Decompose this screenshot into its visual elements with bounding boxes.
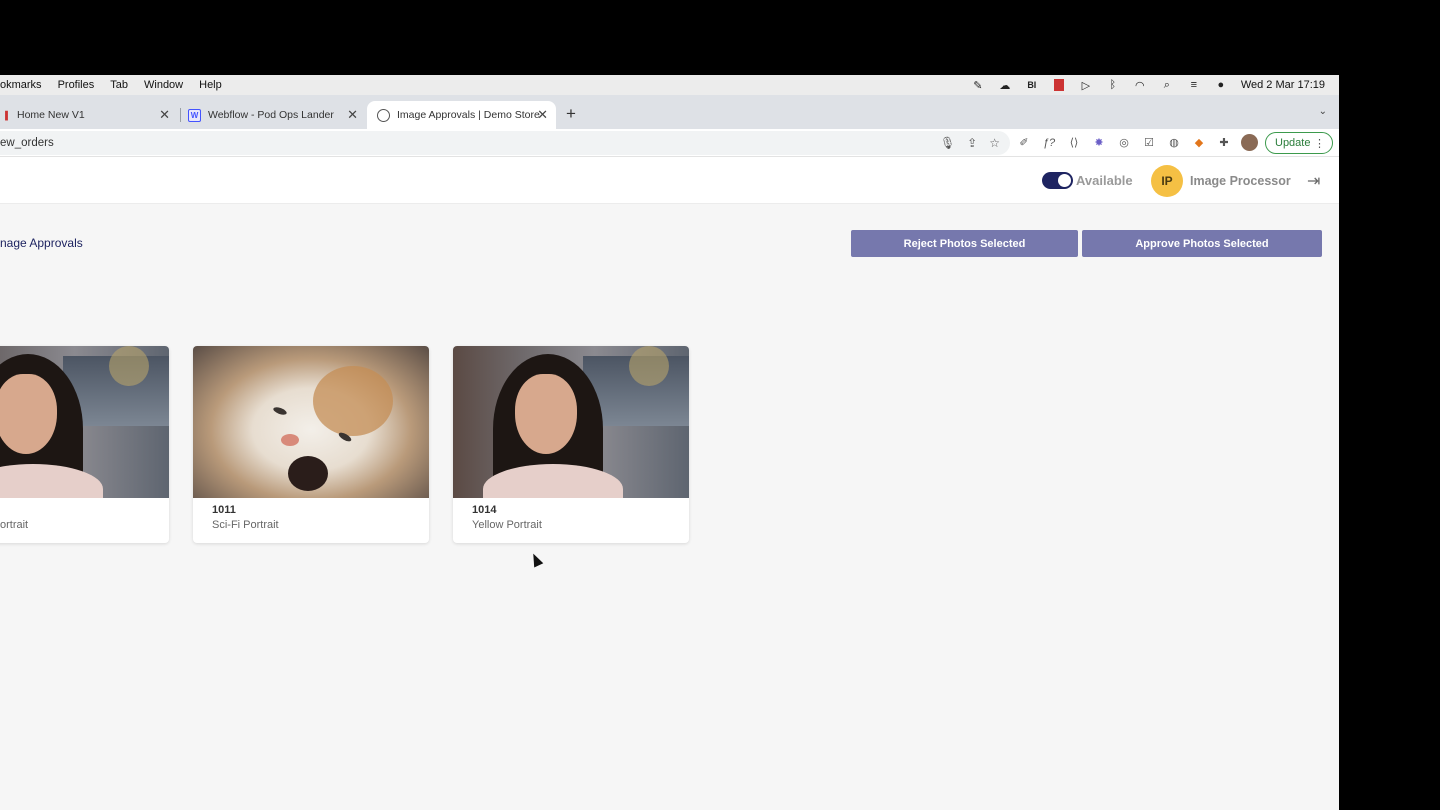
mouse-cursor <box>528 551 544 568</box>
pdf-icon: ▐ <box>2 110 8 120</box>
eyedropper-extension-icon[interactable]: ✐ <box>1016 135 1032 151</box>
menu-profiles[interactable]: Profiles <box>50 79 103 91</box>
record-icon[interactable] <box>1052 79 1066 91</box>
image-card[interactable]: ortrait <box>0 346 169 543</box>
webflow-icon: W <box>188 108 201 122</box>
wifi-icon[interactable]: ◠ <box>1133 79 1147 92</box>
bluetooth-icon[interactable]: ᛒ <box>1106 79 1120 91</box>
reject-photos-button[interactable]: Reject Photos Selected <box>851 230 1078 257</box>
close-icon[interactable]: ✕ <box>347 107 358 123</box>
card-name: Yellow Portrait <box>472 519 542 531</box>
cookie-extension-icon[interactable]: ◎ <box>1116 135 1132 151</box>
cat-image[interactable] <box>193 346 429 498</box>
macos-menubar: okmarks Profiles Tab Window Help ✎ ☁ BI … <box>0 75 1339 95</box>
image-card[interactable]: 1014 Yellow Portrait <box>453 346 689 543</box>
avatar[interactable]: IP <box>1151 165 1183 197</box>
code-extension-icon[interactable]: ⟨⟩ <box>1066 135 1082 151</box>
globe-icon <box>377 108 390 122</box>
menu-bookmarks[interactable]: okmarks <box>0 79 50 91</box>
bi-icon[interactable]: BI <box>1025 79 1039 91</box>
tab-strip: ▐ Home New V1 ✕ W Webflow - Pod Ops Land… <box>0 95 1339 129</box>
tab-webflow[interactable]: W Webflow - Pod Ops Lander ✕ <box>188 101 366 129</box>
availability-toggle[interactable] <box>1042 172 1073 189</box>
app-header: Available IP Image Processor ⇥ <box>0 157 1339 204</box>
tab-title: Home New V1 <box>17 109 85 121</box>
browser-toolbar: ew_orders 🎙︎ ⇪ ☆ ✐ ƒ? ⟨⟩ ✸ ◎ ☑ ◍ ◆ ✚ Upd… <box>0 129 1339 157</box>
tab-image-approvals[interactable]: Image Approvals | Demo Store ✕ <box>367 101 556 129</box>
menubar-clock[interactable]: Wed 2 Mar 17:19 <box>1241 79 1325 91</box>
share-icon[interactable]: ⇪ <box>967 136 977 150</box>
siri-icon[interactable]: ● <box>1214 79 1228 91</box>
update-label: Update <box>1275 137 1311 149</box>
spotlight-search-icon[interactable]: ⌕ <box>1160 79 1174 91</box>
extensions-bar: ✐ ƒ? ⟨⟩ ✸ ◎ ☑ ◍ ◆ ✚ <box>1016 134 1258 151</box>
evernote-icon[interactable]: ✎ <box>971 79 985 92</box>
browser-window: okmarks Profiles Tab Window Help ✎ ☁ BI … <box>0 75 1339 810</box>
breadcrumb[interactable]: nage Approvals <box>0 236 83 250</box>
microphone-icon[interactable]: 🎙︎ <box>940 136 955 150</box>
globe-extension-icon[interactable]: ◍ <box>1166 135 1182 151</box>
new-tab-button[interactable]: + <box>566 104 576 124</box>
user-name[interactable]: Image Processor <box>1190 174 1291 188</box>
edit-extension-icon[interactable]: ☑ <box>1141 135 1157 151</box>
more-menu-icon[interactable]: ⋮ <box>1314 137 1325 150</box>
profile-avatar[interactable] <box>1241 134 1258 151</box>
url-text[interactable]: ew_orders <box>0 137 54 149</box>
card-name: Sci-Fi Portrait <box>212 519 279 531</box>
chevron-down-icon[interactable]: ⌄ <box>1319 106 1327 117</box>
bookmark-star-icon[interactable]: ☆ <box>989 136 1000 150</box>
tab-title: Webflow - Pod Ops Lander <box>208 109 334 121</box>
availability-label: Available <box>1076 173 1133 188</box>
badge-extension-icon[interactable]: ✸ <box>1091 135 1107 151</box>
image-card[interactable]: 1011 Sci-Fi Portrait <box>193 346 429 543</box>
font-extension-icon[interactable]: ƒ? <box>1041 135 1057 151</box>
menu-tab[interactable]: Tab <box>102 79 136 91</box>
address-bar[interactable]: ew_orders 🎙︎ ⇪ ☆ <box>0 131 1010 155</box>
metamask-icon[interactable]: ◆ <box>1191 135 1207 151</box>
creative-cloud-icon[interactable]: ☁ <box>998 79 1012 92</box>
card-id: 1014 <box>472 504 497 516</box>
control-center-icon[interactable]: ≡ <box>1187 79 1201 91</box>
play-icon[interactable]: ▷ <box>1079 79 1093 92</box>
tab-home-new[interactable]: ▐ Home New V1 ✕ <box>0 101 178 129</box>
menu-help[interactable]: Help <box>191 79 230 91</box>
close-icon[interactable]: ✕ <box>159 107 170 123</box>
portrait-image[interactable] <box>453 346 689 498</box>
card-name: ortrait <box>0 519 29 531</box>
portrait-image[interactable] <box>0 346 169 498</box>
tab-title: Image Approvals | Demo Store <box>397 109 540 121</box>
logout-icon[interactable]: ⇥ <box>1307 171 1320 191</box>
card-id: 1011 <box>212 504 236 516</box>
tab-separator <box>180 108 181 122</box>
puzzle-extensions-icon[interactable]: ✚ <box>1216 135 1232 151</box>
toggle-knob <box>1058 174 1071 187</box>
close-icon[interactable]: ✕ <box>537 107 548 123</box>
menu-window[interactable]: Window <box>136 79 191 91</box>
approve-photos-button[interactable]: Approve Photos Selected <box>1082 230 1322 257</box>
update-button[interactable]: Update ⋮ <box>1265 132 1333 154</box>
